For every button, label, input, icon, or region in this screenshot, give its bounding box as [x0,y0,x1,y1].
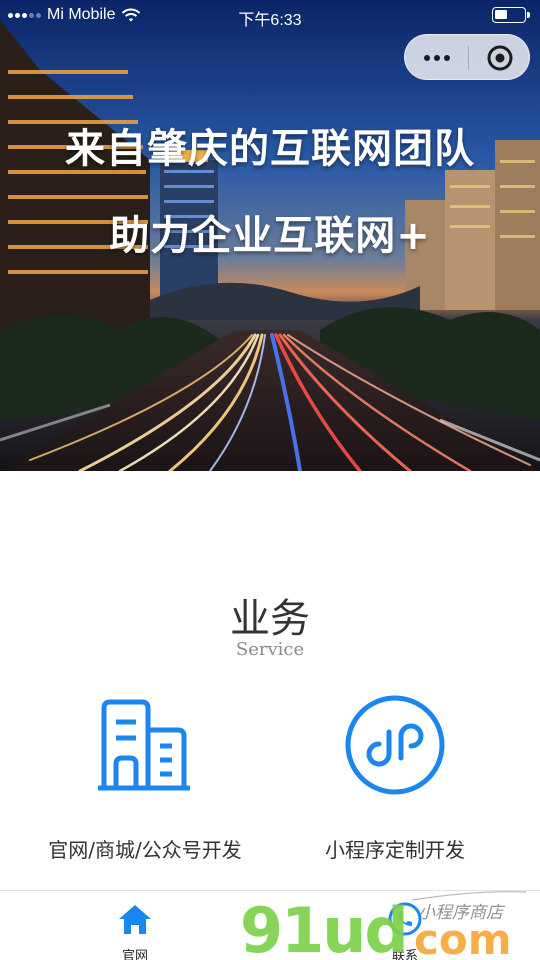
target-close-icon [487,45,512,71]
watermark-logo: 91ud com 小程序商店 [240,891,527,960]
service-label-website: 官网/商城/公众号开发 [48,838,242,862]
svg-text:91ud: 91ud [240,894,407,960]
tab-home-label: 官网 [121,949,148,960]
tab-home[interactable]: 官网 [95,901,175,960]
section-subtitle: Service [235,639,305,660]
section-title: 业务 [230,596,310,642]
mini-program-icon [345,695,445,795]
service-item-mini-program[interactable]: 小程序定制开发 [260,690,530,863]
more-options-button[interactable] [405,35,468,81]
service-label-mini-program: 小程序定制开发 [325,838,465,862]
service-item-website[interactable]: 官网/商城/公众号开发 [10,690,280,863]
status-bar: Mi Mobile 下午6:33 [0,0,540,30]
svg-text:小程序商店: 小程序商店 [418,903,506,923]
close-mini-program-button[interactable] [468,35,531,81]
home-icon [119,905,151,934]
more-dots-icon [423,55,430,61]
hero-headline-line1: 来自肇庆的互联网团队 [65,126,475,172]
status-time: 下午6:33 [238,12,302,29]
hero-headline-line2: 助力企业互联网+ [109,213,431,259]
building-icon [98,699,190,791]
mini-program-capsule [404,34,530,80]
battery-icon [492,7,530,23]
